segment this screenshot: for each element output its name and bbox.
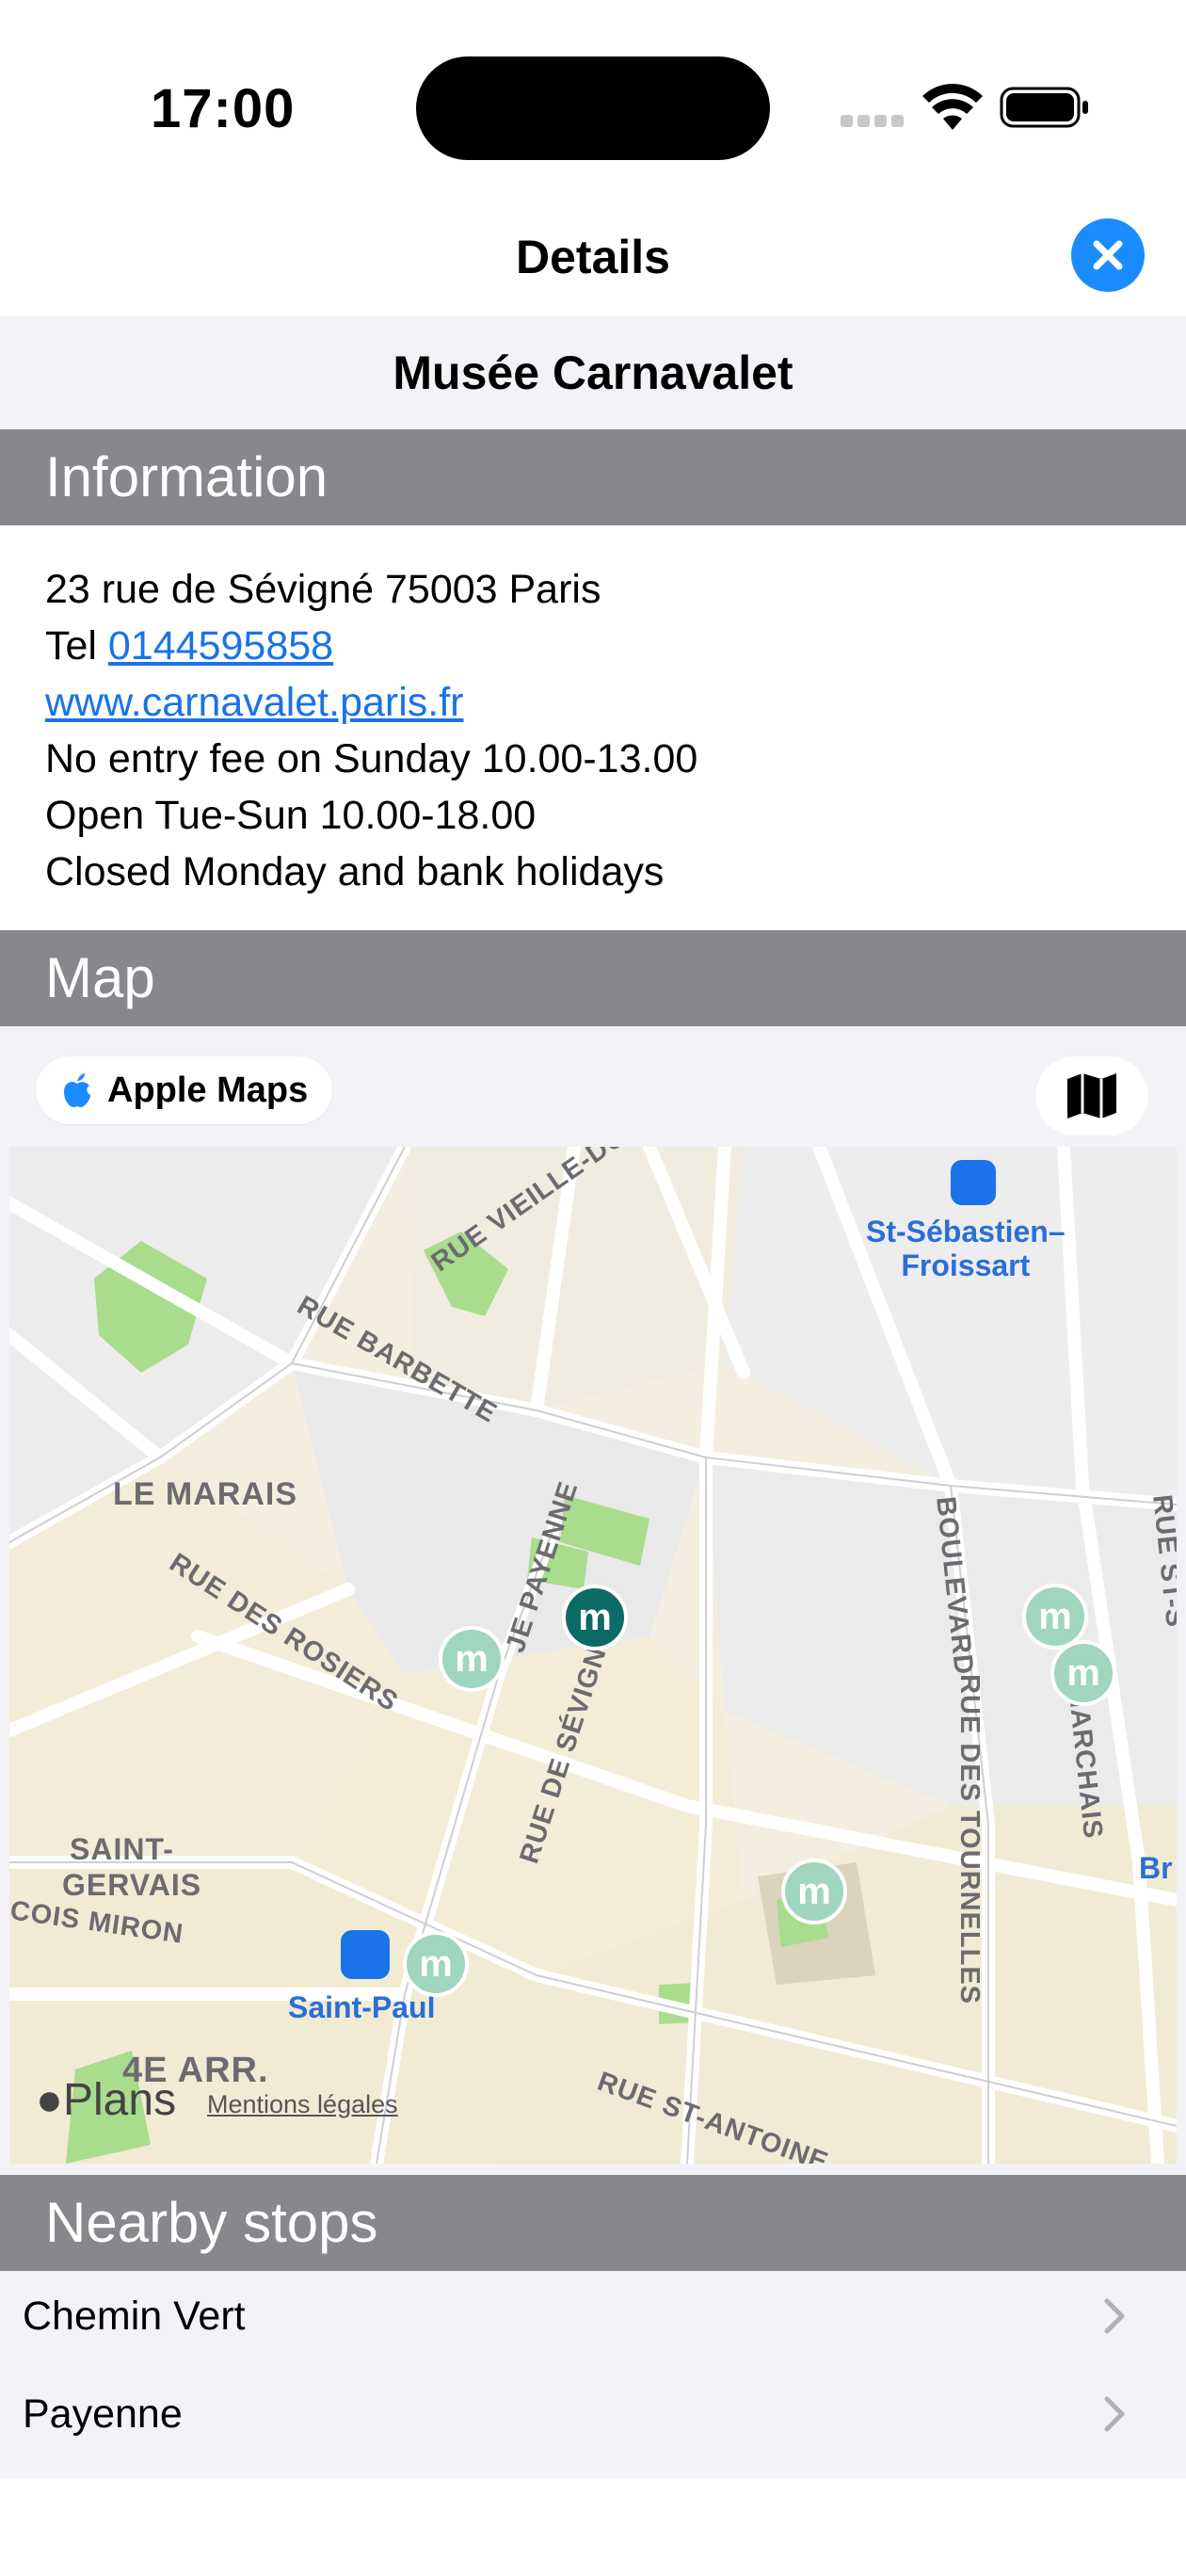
metro-icon[interactable]: m xyxy=(1050,1640,1116,1706)
station-label-saint-paul: Saint-Paul xyxy=(288,1990,436,2024)
district-label: LE MARAIS xyxy=(113,1476,297,1512)
cellular-signal-icon xyxy=(841,115,908,132)
apple-logo-icon xyxy=(64,1073,90,1107)
details-content: Musée Carnavalet Information 23 rue de S… xyxy=(0,316,1186,2478)
place-name: Musée Carnavalet xyxy=(0,316,1186,429)
section-header-information: Information xyxy=(0,429,1186,525)
legal-link[interactable]: Mentions légales xyxy=(207,2090,398,2119)
status-time: 17:00 xyxy=(151,78,296,139)
closed-note: Closed Monday and bank holidays xyxy=(45,849,665,894)
plans-label: Plans xyxy=(63,2075,177,2125)
map-mode-button[interactable] xyxy=(1035,1056,1148,1135)
plans-logo: ●Plans xyxy=(36,2074,176,2126)
wifi-icon xyxy=(922,84,983,130)
street-label: RUE DES TOURNELLES xyxy=(954,1674,985,2005)
metro-icon[interactable]: m xyxy=(781,1859,847,1924)
station-label-st-sebastien: St-Sébastien– Froissart xyxy=(866,1215,1066,1282)
status-bar: 17:00 xyxy=(0,0,1186,207)
nearby-stops-list: Chemin Vert Payenne xyxy=(0,2271,1186,2478)
list-item[interactable]: Chemin Vert xyxy=(0,2271,1186,2369)
chevron-right-icon xyxy=(1104,2298,1125,2334)
map-view[interactable]: RUE VIEILLE-DU St-Sébastien– Froissart R… xyxy=(9,1147,1177,2164)
battery-icon xyxy=(1000,87,1088,128)
website-link[interactable]: www.carnavalet.paris.fr xyxy=(45,680,464,725)
station-label-line-1: St-Sébastien– xyxy=(866,1215,1066,1248)
apple-maps-button[interactable]: Apple Maps xyxy=(36,1056,333,1124)
metro-icon[interactable]: m xyxy=(439,1626,505,1692)
dynamic-island xyxy=(416,56,770,160)
station-label-line-2: Froissart xyxy=(901,1248,1031,1282)
section-header-map: Map xyxy=(0,930,1186,1026)
apple-logo-icon: ● xyxy=(36,2075,63,2125)
close-button[interactable] xyxy=(1071,218,1145,292)
phone-label: Tel xyxy=(45,623,97,668)
address-text: 23 rue de Sévigné 75003 Paris xyxy=(45,567,601,612)
section-header-nearby-stops: Nearby stops xyxy=(0,2175,1186,2271)
information-block: 23 rue de Sévigné 75003 Paris Tel 014459… xyxy=(0,525,1186,930)
metro-icon[interactable]: m xyxy=(562,1585,628,1650)
rer-station-icon xyxy=(951,1160,996,1205)
phone-link[interactable]: 0144595858 xyxy=(108,623,333,668)
map-icon xyxy=(1067,1073,1116,1119)
list-item[interactable]: Payenne xyxy=(0,2369,1186,2467)
district-label: SAINT- xyxy=(70,1832,174,1866)
opening-hours: Open Tue-Sun 10.00-18.00 xyxy=(45,793,537,838)
fee-note: No entry fee on Sunday 10.00-13.00 xyxy=(45,736,698,781)
station-label-br: Br xyxy=(1139,1851,1173,1885)
chevron-right-icon xyxy=(1104,2396,1125,2432)
rer-station-icon xyxy=(341,1930,390,1979)
page-title: Details xyxy=(516,231,670,283)
stop-label: Payenne xyxy=(23,2391,183,2437)
metro-icon[interactable]: m xyxy=(403,1931,469,1997)
navigation-bar: Details xyxy=(0,207,1186,316)
phone-line: Tel 0144595858 xyxy=(45,618,697,674)
stop-label: Chemin Vert xyxy=(23,2294,246,2339)
map-section: Apple Maps RUE VIEILLE-DU St-Sébastien– … xyxy=(0,1026,1186,2175)
apple-maps-label: Apple Maps xyxy=(107,1070,309,1110)
xmark-circle-icon xyxy=(1093,240,1123,270)
district-label: GERVAIS xyxy=(62,1868,202,1902)
